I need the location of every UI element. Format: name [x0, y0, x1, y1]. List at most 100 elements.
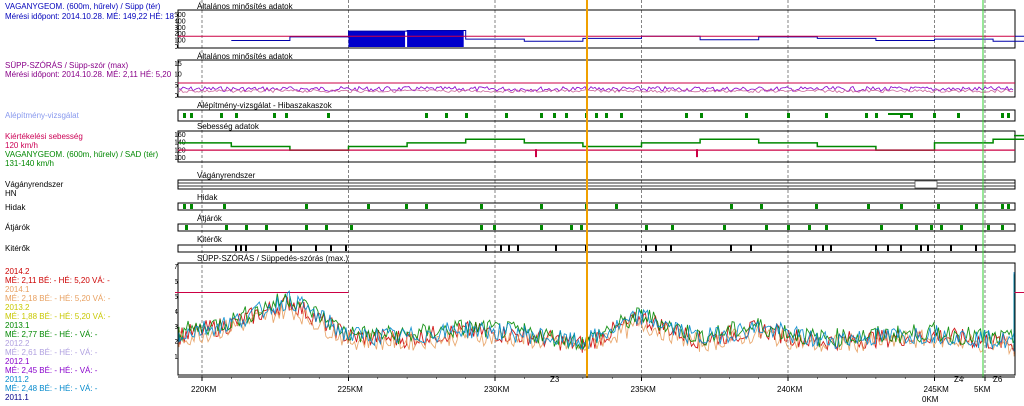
- switch-marker: [517, 245, 519, 251]
- bridge-marker: [815, 204, 818, 209]
- defect-marker: [565, 113, 568, 118]
- defect-marker: [745, 113, 748, 118]
- bridge-marker: [183, 204, 186, 209]
- panel-1-title: Általános minősítés adatok: [197, 2, 294, 11]
- switch-marker: [927, 245, 929, 251]
- supp-title: SÜPP-SZÓRÁS / Süpp-szór (max): [5, 61, 129, 70]
- defect-marker: [235, 113, 238, 118]
- x-tick-label: 245KM: [924, 385, 950, 394]
- bridge-marker: [425, 204, 428, 209]
- speed-dip-marker: [696, 149, 698, 158]
- x-tick-label: 240KM: [777, 385, 803, 394]
- defect-marker: [700, 113, 703, 118]
- hn-label: HN: [5, 189, 17, 198]
- switch-marker: [235, 245, 237, 251]
- defect-marker: [787, 113, 790, 118]
- crossing-marker: [930, 225, 933, 230]
- p1-tick: 0: [175, 44, 178, 51]
- switch-marker: [887, 245, 889, 251]
- bridge-marker: [480, 204, 483, 209]
- defect-marker: [553, 113, 556, 118]
- crossing-marker: [940, 225, 943, 230]
- supp-meres: Mérési időpont: 2014.10.28. MÉ: 2,11 HÉ:…: [5, 70, 172, 79]
- p9-tick: 2: [175, 339, 178, 346]
- p9-tick: 7: [175, 264, 178, 271]
- switch-marker: [330, 245, 332, 251]
- crossing-marker: [645, 225, 648, 230]
- switch-marker: [670, 245, 672, 251]
- series-values-2013-1: MÉ: 2,77 BÉ: - HÉ: - VÁ: -: [5, 330, 98, 339]
- crossing-marker: [305, 225, 308, 230]
- defect-marker: [1007, 113, 1010, 118]
- panel-5-title: Vágányrendszer: [197, 171, 256, 180]
- switch-marker: [240, 245, 242, 251]
- switch-marker: [950, 245, 952, 251]
- series-name-2011-1: 2011.1: [5, 393, 29, 402]
- defect-marker: [957, 113, 960, 118]
- x-tick-label: 5KM: [974, 385, 991, 394]
- switch-marker: [750, 245, 752, 251]
- defect-marker: [220, 113, 223, 118]
- crossing-marker: [808, 225, 811, 230]
- bridge-marker: [615, 204, 618, 209]
- bridge-marker: [367, 204, 370, 209]
- bridge-marker: [405, 204, 408, 209]
- defect-marker: [1001, 113, 1004, 118]
- p9-tick: 1: [175, 354, 178, 361]
- crossing-marker: [480, 225, 483, 230]
- panel-6-title: Hidak: [197, 193, 218, 202]
- track-chart[interactable]: Általános minősítés adatok Általános min…: [175, 0, 1024, 406]
- crossing-marker: [723, 225, 726, 230]
- defect-marker: [865, 113, 868, 118]
- x-tick-label: 235KM: [631, 385, 657, 394]
- switch-marker: [345, 245, 347, 251]
- crossing-marker: [325, 225, 328, 230]
- bridge-marker: [900, 204, 903, 209]
- kiertekelesi-label: Kiértékelési sebesség: [5, 132, 83, 141]
- series-name-2012-1: 2012.1: [5, 357, 30, 366]
- defect-marker: [190, 113, 193, 118]
- vagany-title: VAGANYGEOM. (600m, hűrelv) / Süpp (tér): [5, 2, 161, 11]
- vagany-sad-label: VAGANYGEOM. (600m, hűrelv) / SAD (tér): [5, 150, 159, 159]
- crossing-marker: [185, 225, 188, 230]
- crossing-marker: [880, 225, 883, 230]
- switch-marker: [822, 245, 824, 251]
- series-name-2013-2: 2013.2: [5, 303, 30, 312]
- crossing-marker: [580, 225, 583, 230]
- panel-7-title: Átjárók: [197, 214, 223, 223]
- switch-marker: [655, 245, 657, 251]
- bridge-marker: [1001, 204, 1004, 209]
- series-values-2012-2: MÉ: 2,61 BÉ: - HÉ: - VÁ: -: [5, 348, 98, 357]
- crossing-marker: [915, 225, 918, 230]
- p9-tick: 3: [175, 324, 178, 331]
- p4-tick: 100: [175, 155, 186, 162]
- zone-z6: Z6: [993, 375, 1003, 384]
- switch-marker: [875, 245, 877, 251]
- p4-tick: 120: [175, 147, 186, 154]
- defect-marker: [875, 113, 878, 118]
- defect-marker: [933, 113, 936, 118]
- quality-bar: [407, 30, 464, 47]
- alepitmeny-label: Alépítmény-vizsgálat: [5, 111, 79, 120]
- defect-marker: [685, 113, 688, 118]
- switch-marker: [500, 245, 502, 251]
- defect-marker: [445, 113, 448, 118]
- series-name-2013-1: 2013.1: [5, 321, 30, 330]
- defect-marker: [425, 113, 428, 118]
- crossing-marker: [245, 225, 248, 230]
- panel-8-title: Kitérők: [197, 235, 223, 244]
- series-values-2014-2: MÉ: 2,11 BÉ: - HÉ: 5,20 VÁ: -: [5, 276, 110, 285]
- p2-tick: 15: [175, 61, 182, 68]
- track-bar: [177, 182, 1016, 187]
- crossing-marker: [787, 225, 790, 230]
- p2-tick: 10: [175, 72, 182, 79]
- quality-bar: [348, 31, 406, 47]
- crossing-marker: [225, 225, 228, 230]
- series-name-2014-2: 2014.2: [5, 267, 30, 276]
- bridge-marker: [867, 204, 870, 209]
- p4-tick: 160: [175, 132, 186, 139]
- defect-marker: [285, 113, 288, 118]
- crossing-marker: [825, 225, 828, 230]
- panel-9-title: SÜPP-SZÓRÁS / Süppedés-szórás (max.): [197, 254, 348, 263]
- x-tick-label: 220KM: [191, 385, 217, 394]
